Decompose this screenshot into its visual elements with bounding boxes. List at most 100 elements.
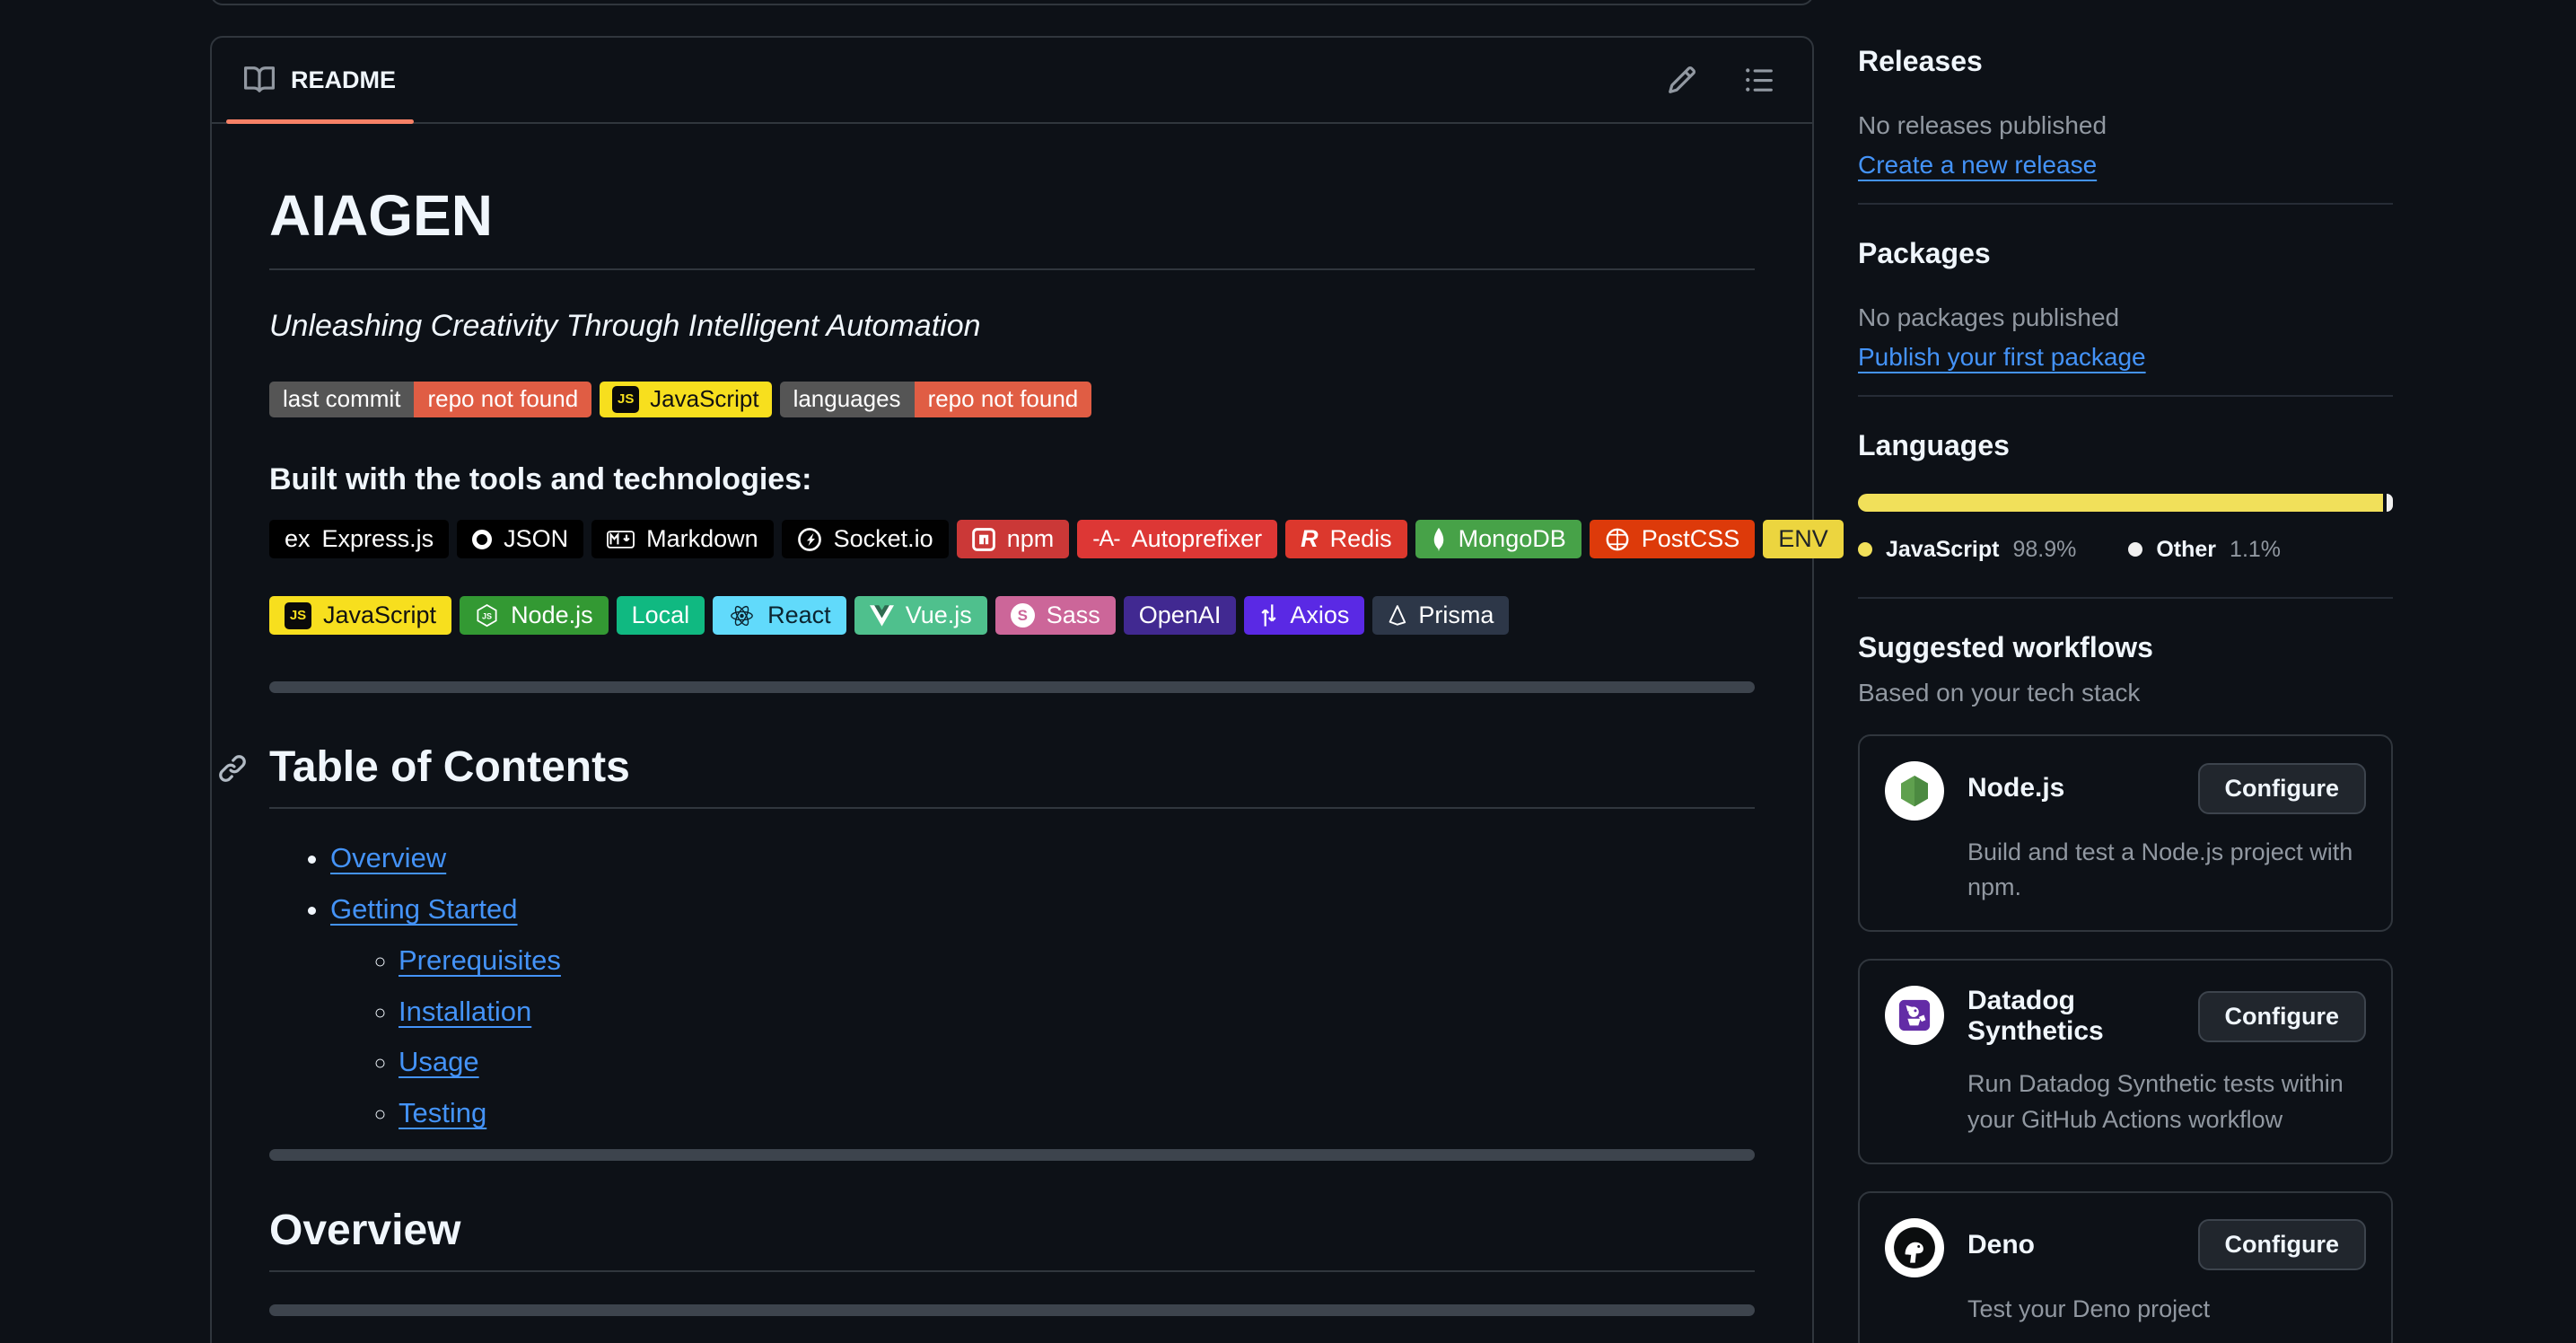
tech-badge-label: Axios [1290,601,1349,629]
badge-value: repo not found [414,382,591,417]
axios-icon [1259,603,1278,628]
tech-badge-label: Local [632,601,690,629]
tech-badge-label: OpenAI [1139,601,1222,629]
tech-badge-label: React [767,601,831,629]
divider [269,1304,1755,1316]
tech-badge-json: JSON [457,520,583,558]
tech-badge-label: npm [1007,525,1055,553]
repo-page: README AIAGEN Unleashing Creativity Thro… [0,0,2576,1343]
tech-badge-local: Local [617,596,705,635]
releases-empty-text: No releases published [1858,110,2393,142]
tech-badge-label: Node.js [511,601,593,629]
tech-badge-react: React [713,596,846,635]
workflow-avatar [1885,761,1944,821]
meta-badge-javascript: JSJavaScript [600,382,771,417]
tech-badge-axios: Axios [1244,596,1364,635]
create-release-link[interactable]: Create a new release [1858,151,2097,180]
configure-button[interactable]: Configure [2198,991,2367,1042]
tech-badge-label: ENV [1778,525,1828,553]
sass-icon: S [1011,603,1035,628]
tech-badge-label: Socket.io [834,525,933,553]
nodejs-icon: JS [475,603,499,628]
language-segment-javascript[interactable] [1858,494,2383,512]
language-segment-other[interactable] [2387,494,2393,512]
toc-link[interactable]: Prerequisites [399,944,561,976]
doc-title: AIAGEN [269,181,1755,270]
readme-card: README AIAGEN Unleashing Creativity Thro… [210,36,1814,1343]
tech-badge-label: Markdown [646,525,758,553]
toc-heading: Table of Contents [269,741,1755,809]
file-list-card-bottom-edge [210,0,1814,5]
tech-badge-label: PostCSS [1642,525,1740,553]
tech-badge-sass: SSass [995,596,1116,635]
tech-badge-socket-io: Socket.io [782,520,949,558]
tech-badge-javascript: JS JavaScript [269,596,451,635]
releases-section: Releases No releases published Create a … [1858,43,2393,205]
tech-badge-label: Express.js [322,525,434,553]
tech-badge-env: ENV [1763,520,1844,558]
toc-subitem: Testing [399,1096,1755,1131]
language-legend-item[interactable]: JavaScript98.9% [1858,537,2076,563]
toc-subitem: Installation [399,995,1755,1030]
badge-label: last commit [269,382,414,417]
badge-label: JavaScript [650,385,758,413]
language-name: JavaScript [1886,537,1999,563]
nodejs-logo [1897,773,1932,809]
js-icon: JS [285,602,311,629]
toc-link[interactable]: Installation [399,996,531,1027]
table-of-contents: Overview Getting Started Prerequisites Inst… [269,841,1755,1131]
workflows-section: Suggested workflows Based on your tech s… [1858,629,2393,1343]
language-dot [2128,542,2142,557]
meta-badge-row: last commitrepo not found JSJavaScript lan… [269,382,1755,417]
workflow-title: Datadog Synthetics [1967,986,2198,1047]
socketio-icon [797,527,822,552]
prisma-icon [1388,604,1406,627]
meta-badge: languagesrepo not found [780,382,1092,417]
vue-icon [870,605,894,627]
language-legend: JavaScript98.9% Other1.1% [1858,537,2393,574]
configure-button[interactable]: Configure [2198,763,2367,814]
divider [269,681,1755,693]
book-icon [244,65,275,95]
repo-sidebar: Releases No releases published Create a … [1858,43,2393,1343]
language-legend-item[interactable]: Other1.1% [2128,537,2281,563]
link-anchor-icon[interactable] [217,753,248,784]
readme-header-actions [1667,38,1785,122]
packages-empty-text: No packages published [1858,302,2393,334]
tech-badge-markdown: Markdown [591,520,774,558]
outline-headings-button[interactable] [1744,65,1774,95]
workflow-avatar [1885,986,1944,1045]
tab-readme[interactable]: README [226,38,414,122]
tech-badge-label: Vue.js [906,601,972,629]
overview-heading: Overview [269,1204,1755,1272]
doc-subtitle: Unleashing Creativity Through Intelligen… [269,306,1755,346]
toc-link[interactable]: Getting Started [330,893,518,925]
tech-badge-rows: exExpress.jsJSONMarkdownSocket.ionpm-A-A… [269,520,1755,635]
workflows-subtitle: Based on your tech stack [1858,679,2393,707]
publish-package-link[interactable]: Publish your first package [1858,343,2146,372]
tech-badge-redis: RRedis [1285,520,1407,558]
workflows-title: Suggested workflows [1858,629,2393,667]
tech-badge-label: Redis [1330,525,1392,553]
tech-badge-prisma: Prisma [1372,596,1509,635]
edit-readme-button[interactable] [1667,65,1697,95]
toc-link[interactable]: Usage [399,1046,479,1077]
toc-item: Overview [330,841,1755,876]
language-bar[interactable] [1858,494,2393,512]
tech-badge-autoprefixer: -A-Autoprefixer [1077,520,1277,558]
releases-title: Releases [1858,43,2393,81]
tech-badge-npm: npm [957,520,1070,558]
json-icon [472,530,492,549]
toc-item: Getting Started Prerequisites Installation… [330,892,1755,1131]
toc-subitem: Usage [399,1045,1755,1080]
react-icon [728,603,756,628]
workflow-avatar [1885,1218,1944,1277]
configure-button[interactable]: Configure [2198,1219,2367,1270]
toc-link[interactable]: Testing [399,1097,486,1128]
autoprefixer-icon: -A- [1092,526,1119,552]
packages-section: Packages No packages published Publish y… [1858,235,2393,397]
tech-badge-label: JavaScript [323,601,436,629]
mongodb-icon [1431,527,1447,552]
tech-badge-label: MongoDB [1459,525,1566,553]
toc-link[interactable]: Overview [330,842,446,873]
